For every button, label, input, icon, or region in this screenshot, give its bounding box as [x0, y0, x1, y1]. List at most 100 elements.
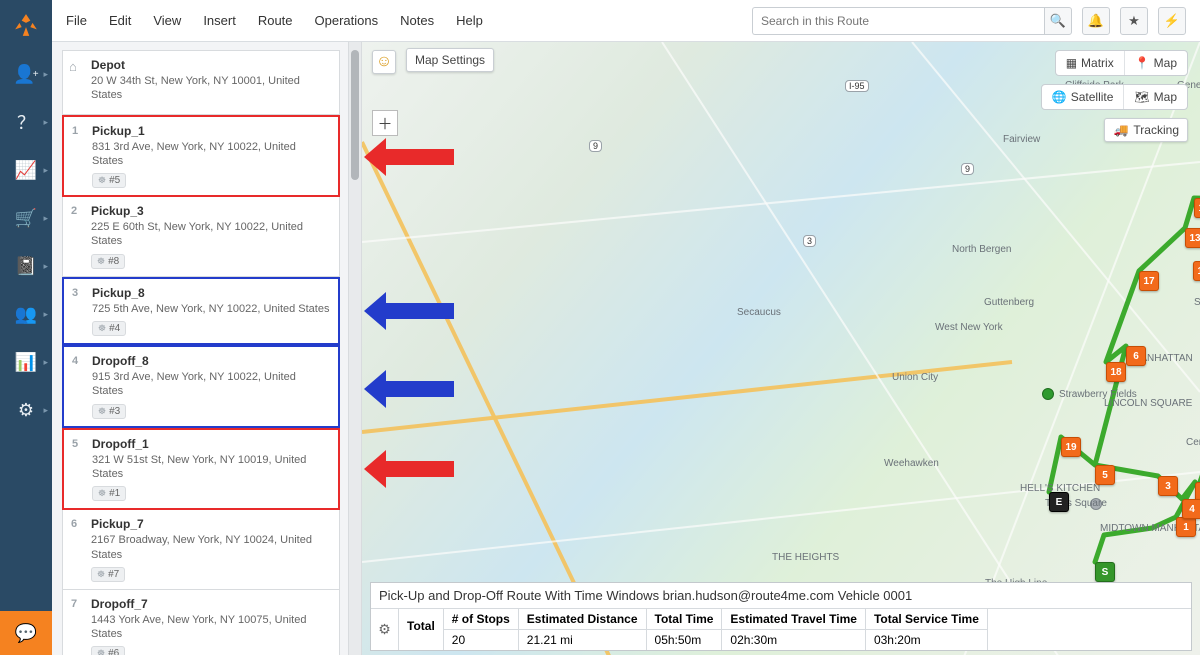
tracking-button[interactable]: 🚚Tracking — [1104, 118, 1188, 142]
stop-item[interactable]: 6Pickup_72167 Broadway, New York, NY 100… — [62, 510, 340, 590]
search-button[interactable]: 🔍 — [1044, 7, 1072, 35]
sidebar-item-routes[interactable]: 📈▸ — [0, 146, 52, 194]
sidebar-item-analytics[interactable]: 📊▸ — [0, 338, 52, 386]
stop-tag: #4 — [92, 321, 126, 336]
stop-name: Pickup_3 — [91, 204, 331, 218]
stop-address: 2167 Broadway, New York, NY 10024, Unite… — [91, 533, 331, 562]
actions-button[interactable]: ⚡ — [1158, 7, 1186, 35]
map-marker[interactable]: S — [1095, 562, 1115, 582]
summary-col-label: Total Service Time — [866, 609, 987, 630]
map-label: West New York — [935, 322, 1003, 333]
sidebar-item-help[interactable]: ？▸ — [0, 98, 52, 146]
map-marker[interactable]: 17 — [1139, 271, 1159, 291]
stop-index: 7 — [71, 598, 77, 610]
summary-col-value: 20 — [444, 630, 518, 650]
stop-index: 5 — [72, 438, 78, 450]
grid-icon: ▦ — [1066, 56, 1077, 70]
menu-view[interactable]: View — [153, 13, 181, 28]
stop-item[interactable]: ⌂Depot20 W 34th St, New York, NY 10001, … — [62, 50, 340, 115]
stop-tag: #7 — [91, 567, 125, 582]
stop-name: Pickup_1 — [92, 124, 330, 138]
stop-item[interactable]: 3Pickup_8725 5th Ave, New York, NY 10022… — [62, 277, 340, 345]
summary-col-label: Total Time — [647, 609, 722, 630]
stop-name: Pickup_8 — [92, 286, 330, 300]
stops-scrollbar[interactable] — [348, 42, 362, 655]
map-marker[interactable]: 5 — [1095, 465, 1115, 485]
route-map[interactable]: I-95 278 25A 25A 9 9 3 495 General Grant… — [362, 42, 1200, 655]
menu-route[interactable]: Route — [258, 13, 293, 28]
stop-name: Depot — [91, 58, 331, 72]
stop-item[interactable]: 7Dropoff_71443 York Ave, New York, NY 10… — [62, 590, 340, 655]
sidebar-chat[interactable]: 💬 — [0, 611, 52, 655]
menu-file[interactable]: File — [66, 13, 87, 28]
map-zoom-in[interactable]: ＋ — [372, 110, 398, 136]
summary-settings-icon[interactable]: ⚙ — [371, 609, 399, 650]
map-label: THE HEIGHTS — [772, 552, 839, 563]
summary-total-label: Total — [399, 609, 444, 650]
map-marker[interactable]: 14 — [1194, 198, 1200, 218]
stop-index: 3 — [72, 287, 78, 299]
map-marker[interactable]: 3 — [1158, 476, 1178, 496]
menu-operations[interactable]: Operations — [315, 13, 379, 28]
globe-icon: 🌐 — [1052, 90, 1067, 104]
stop-item[interactable]: 2Pickup_3225 E 60th St, New York, NY 100… — [62, 197, 340, 277]
brand-logo[interactable] — [0, 0, 52, 50]
stops-list[interactable]: ⌂Depot20 W 34th St, New York, NY 10001, … — [52, 42, 348, 655]
stop-tag: #6 — [91, 646, 125, 655]
stop-tag: #8 — [91, 254, 125, 269]
notifications-button[interactable]: 🔔 — [1082, 7, 1110, 35]
sidebar-item-team[interactable]: 👥▸ — [0, 290, 52, 338]
map-label: Central Park Zoo — [1186, 437, 1200, 448]
map-marker[interactable]: 6 — [1126, 346, 1146, 366]
shield-icon: 3 — [803, 235, 816, 247]
sidebar-item-admin[interactable]: ⚙▸ — [0, 386, 52, 434]
type-map[interactable]: 🗺Map — [1123, 85, 1187, 109]
map-settings-button[interactable]: Map Settings — [406, 48, 494, 72]
map-label: Guttenberg — [984, 297, 1034, 308]
stop-name: Pickup_7 — [91, 517, 331, 531]
stop-address: 225 E 60th St, New York, NY 10022, Unite… — [91, 220, 331, 249]
shield-icon: I-95 — [845, 80, 869, 92]
map-label: Union City — [892, 372, 938, 383]
summary-column: Estimated Distance21.21 mi — [519, 609, 647, 650]
route-title: Pick-Up and Drop-Off Route With Time Win… — [371, 583, 1191, 609]
stop-item[interactable]: 4Dropoff_8915 3rd Ave, New York, NY 1002… — [62, 345, 340, 428]
stop-name: Dropoff_8 — [92, 354, 330, 368]
map-marker[interactable]: 1 — [1176, 517, 1196, 537]
map-label: Solomon R. Guggenheim... — [1194, 297, 1200, 308]
map-marker[interactable]: 16 — [1193, 261, 1200, 281]
stop-address: 321 W 51st St, New York, NY 10019, Unite… — [92, 453, 330, 482]
search-input[interactable] — [752, 7, 1044, 35]
map-marker[interactable]: E — [1049, 492, 1069, 512]
map-marker[interactable]: 4 — [1182, 499, 1200, 519]
type-satellite[interactable]: 🌐Satellite — [1042, 85, 1124, 109]
map-label: North Bergen — [952, 244, 1011, 255]
map-marker[interactable]: 13 — [1185, 228, 1200, 248]
sidebar-item-addressbook[interactable]: 📓▸ — [0, 242, 52, 290]
menu-edit[interactable]: Edit — [109, 13, 131, 28]
search-route: 🔍 — [752, 7, 1072, 35]
view-map[interactable]: 📍Map — [1124, 51, 1187, 75]
summary-col-value: 02h:30m — [722, 630, 865, 650]
sidebar-item-add-user[interactable]: 👤+▸ — [0, 50, 52, 98]
annotation-arrow — [364, 292, 454, 330]
menu-insert[interactable]: Insert — [203, 13, 236, 28]
menu-notes[interactable]: Notes — [400, 13, 434, 28]
map-marker[interactable]: 19 — [1061, 437, 1081, 457]
favorites-button[interactable]: ★ — [1120, 7, 1148, 35]
map-marker[interactable]: 18 — [1106, 362, 1126, 382]
stop-item[interactable]: 1Pickup_1831 3rd Ave, New York, NY 10022… — [62, 115, 340, 198]
view-matrix[interactable]: ▦Matrix — [1056, 51, 1124, 75]
menu-help[interactable]: Help — [456, 13, 483, 28]
summary-column: Estimated Travel Time02h:30m — [722, 609, 866, 650]
summary-col-label: Estimated Distance — [519, 609, 646, 630]
poi-icon — [1042, 388, 1054, 400]
left-sidebar: 👤+▸ ？▸ 📈▸ 🛒▸ 📓▸ 👥▸ 📊▸ ⚙▸ 💬 — [0, 0, 52, 655]
stop-name: Dropoff_7 — [91, 597, 331, 611]
stop-tag: #3 — [92, 404, 126, 419]
home-icon: ⌂ — [69, 59, 77, 74]
pegman-icon[interactable]: ☺ — [372, 50, 396, 74]
stop-item[interactable]: 5Dropoff_1321 W 51st St, New York, NY 10… — [62, 428, 340, 511]
sidebar-item-orders[interactable]: 🛒▸ — [0, 194, 52, 242]
stop-index: 1 — [72, 125, 78, 137]
